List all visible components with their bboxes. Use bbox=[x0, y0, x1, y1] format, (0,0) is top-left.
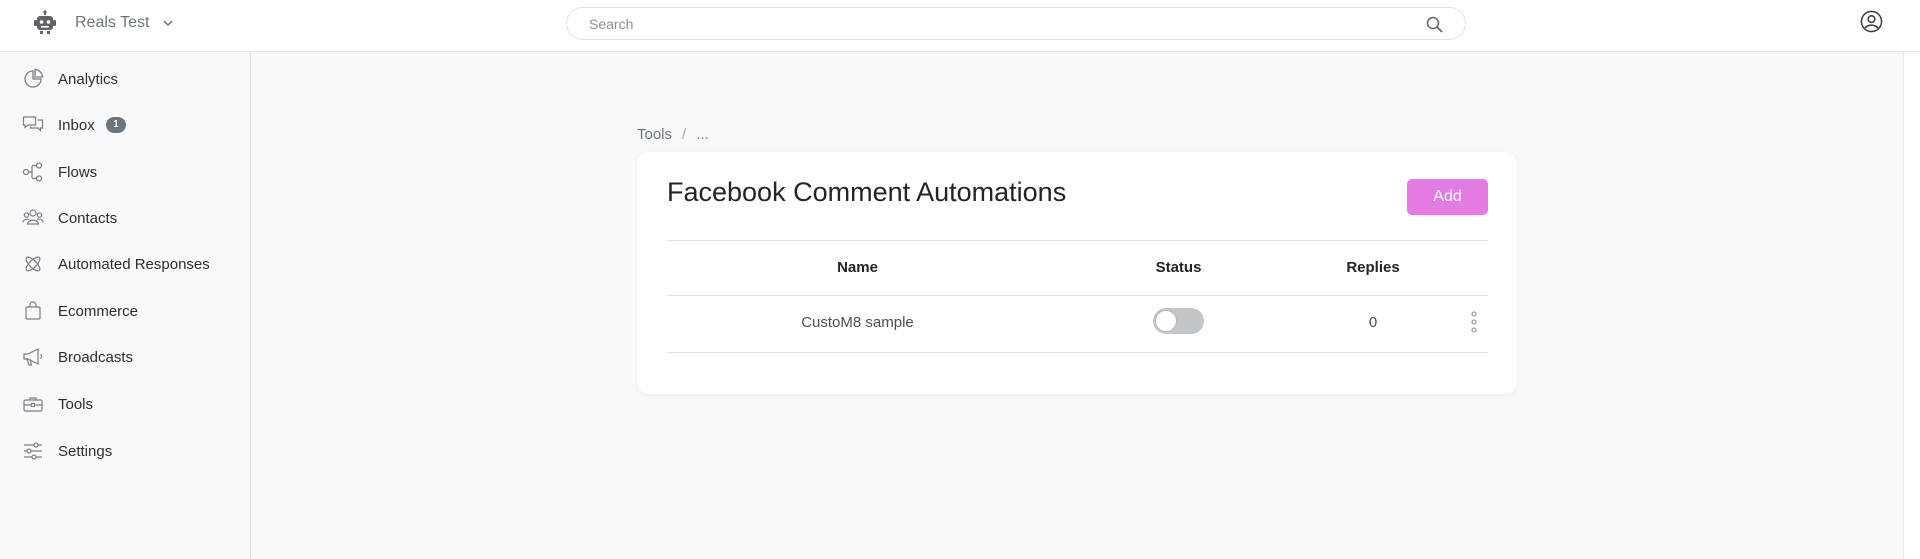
breadcrumb: Tools / ... bbox=[637, 125, 709, 143]
inbox-icon bbox=[22, 116, 44, 132]
sidebar-item-settings[interactable]: Settings bbox=[0, 432, 250, 470]
shopping-bag-icon bbox=[25, 301, 41, 320]
sidebar-item-label: Flows bbox=[58, 163, 98, 181]
sidebar-item-label: Settings bbox=[58, 442, 113, 460]
workspace-name: Reals Test bbox=[75, 14, 150, 31]
sidebar-item-automated-responses[interactable]: Automated Responses bbox=[0, 245, 250, 283]
breadcrumb-item-current: ... bbox=[696, 125, 709, 143]
table-divider bbox=[667, 352, 1488, 353]
megaphone-icon bbox=[23, 348, 43, 366]
sliders-icon bbox=[24, 442, 42, 460]
search-box bbox=[566, 7, 1466, 40]
search-input[interactable] bbox=[589, 8, 1389, 39]
chevron-down-icon bbox=[163, 20, 173, 27]
workspace-switcher[interactable]: Reals Test bbox=[32, 10, 175, 36]
top-bar: Reals Test bbox=[0, 0, 1920, 52]
contacts-icon bbox=[22, 209, 44, 225]
sidebar-item-label: Analytics bbox=[58, 70, 119, 88]
sidebar-item-ecommerce[interactable]: Ecommerce bbox=[0, 292, 250, 330]
sidebar-item-label: Automated Responses bbox=[58, 255, 210, 273]
robot-icon bbox=[34, 10, 56, 34]
column-header-status: Status bbox=[1155, 259, 1202, 276]
analytics-icon bbox=[24, 68, 44, 88]
search-icon[interactable] bbox=[1426, 16, 1443, 33]
add-button[interactable]: Add bbox=[1407, 179, 1488, 215]
automated-responses-icon bbox=[25, 256, 41, 272]
inbox-count-badge: 1 bbox=[106, 117, 126, 133]
sidebar-item-broadcasts[interactable]: Broadcasts bbox=[0, 338, 250, 376]
column-header-replies: Replies bbox=[1346, 259, 1400, 276]
sidebar-item-tools[interactable]: Tools bbox=[0, 385, 250, 423]
column-header-name: Name bbox=[837, 259, 878, 276]
status-toggle[interactable] bbox=[1153, 308, 1204, 334]
row-name: CustoM8 sample bbox=[801, 314, 914, 331]
page-title: Facebook Comment Automations bbox=[667, 177, 1067, 207]
toolbox-icon bbox=[23, 397, 43, 412]
more-options-icon[interactable] bbox=[1468, 310, 1480, 334]
automations-card: Facebook Comment Automations Add Name St… bbox=[637, 152, 1517, 394]
user-account-icon[interactable] bbox=[1860, 10, 1883, 33]
sidebar-item-analytics[interactable]: Analytics bbox=[0, 60, 250, 98]
sidebar-item-label: Contacts bbox=[58, 209, 118, 227]
flows-icon bbox=[22, 162, 43, 182]
sidebar-item-flows[interactable]: Flows bbox=[0, 153, 250, 191]
sidebar-item-label: Ecommerce bbox=[58, 302, 139, 320]
sidebar-item-label: Broadcasts bbox=[58, 348, 134, 366]
breadcrumb-separator: / bbox=[682, 125, 687, 143]
sidebar-item-label: Tools bbox=[58, 395, 94, 413]
breadcrumb-item-tools[interactable]: Tools bbox=[637, 126, 672, 143]
sidebar-item-label: Inbox bbox=[58, 116, 95, 134]
toggle-knob bbox=[1155, 310, 1177, 332]
row-replies: 0 bbox=[1368, 314, 1378, 331]
sidebar-item-inbox[interactable]: Inbox 1 bbox=[0, 106, 250, 144]
scrollbar[interactable] bbox=[1903, 52, 1920, 559]
sidebar: Analytics Inbox 1 Flows Contacts Automat… bbox=[0, 52, 251, 559]
sidebar-item-contacts[interactable]: Contacts bbox=[0, 199, 250, 237]
table-divider bbox=[667, 295, 1488, 296]
table-divider bbox=[667, 240, 1488, 241]
